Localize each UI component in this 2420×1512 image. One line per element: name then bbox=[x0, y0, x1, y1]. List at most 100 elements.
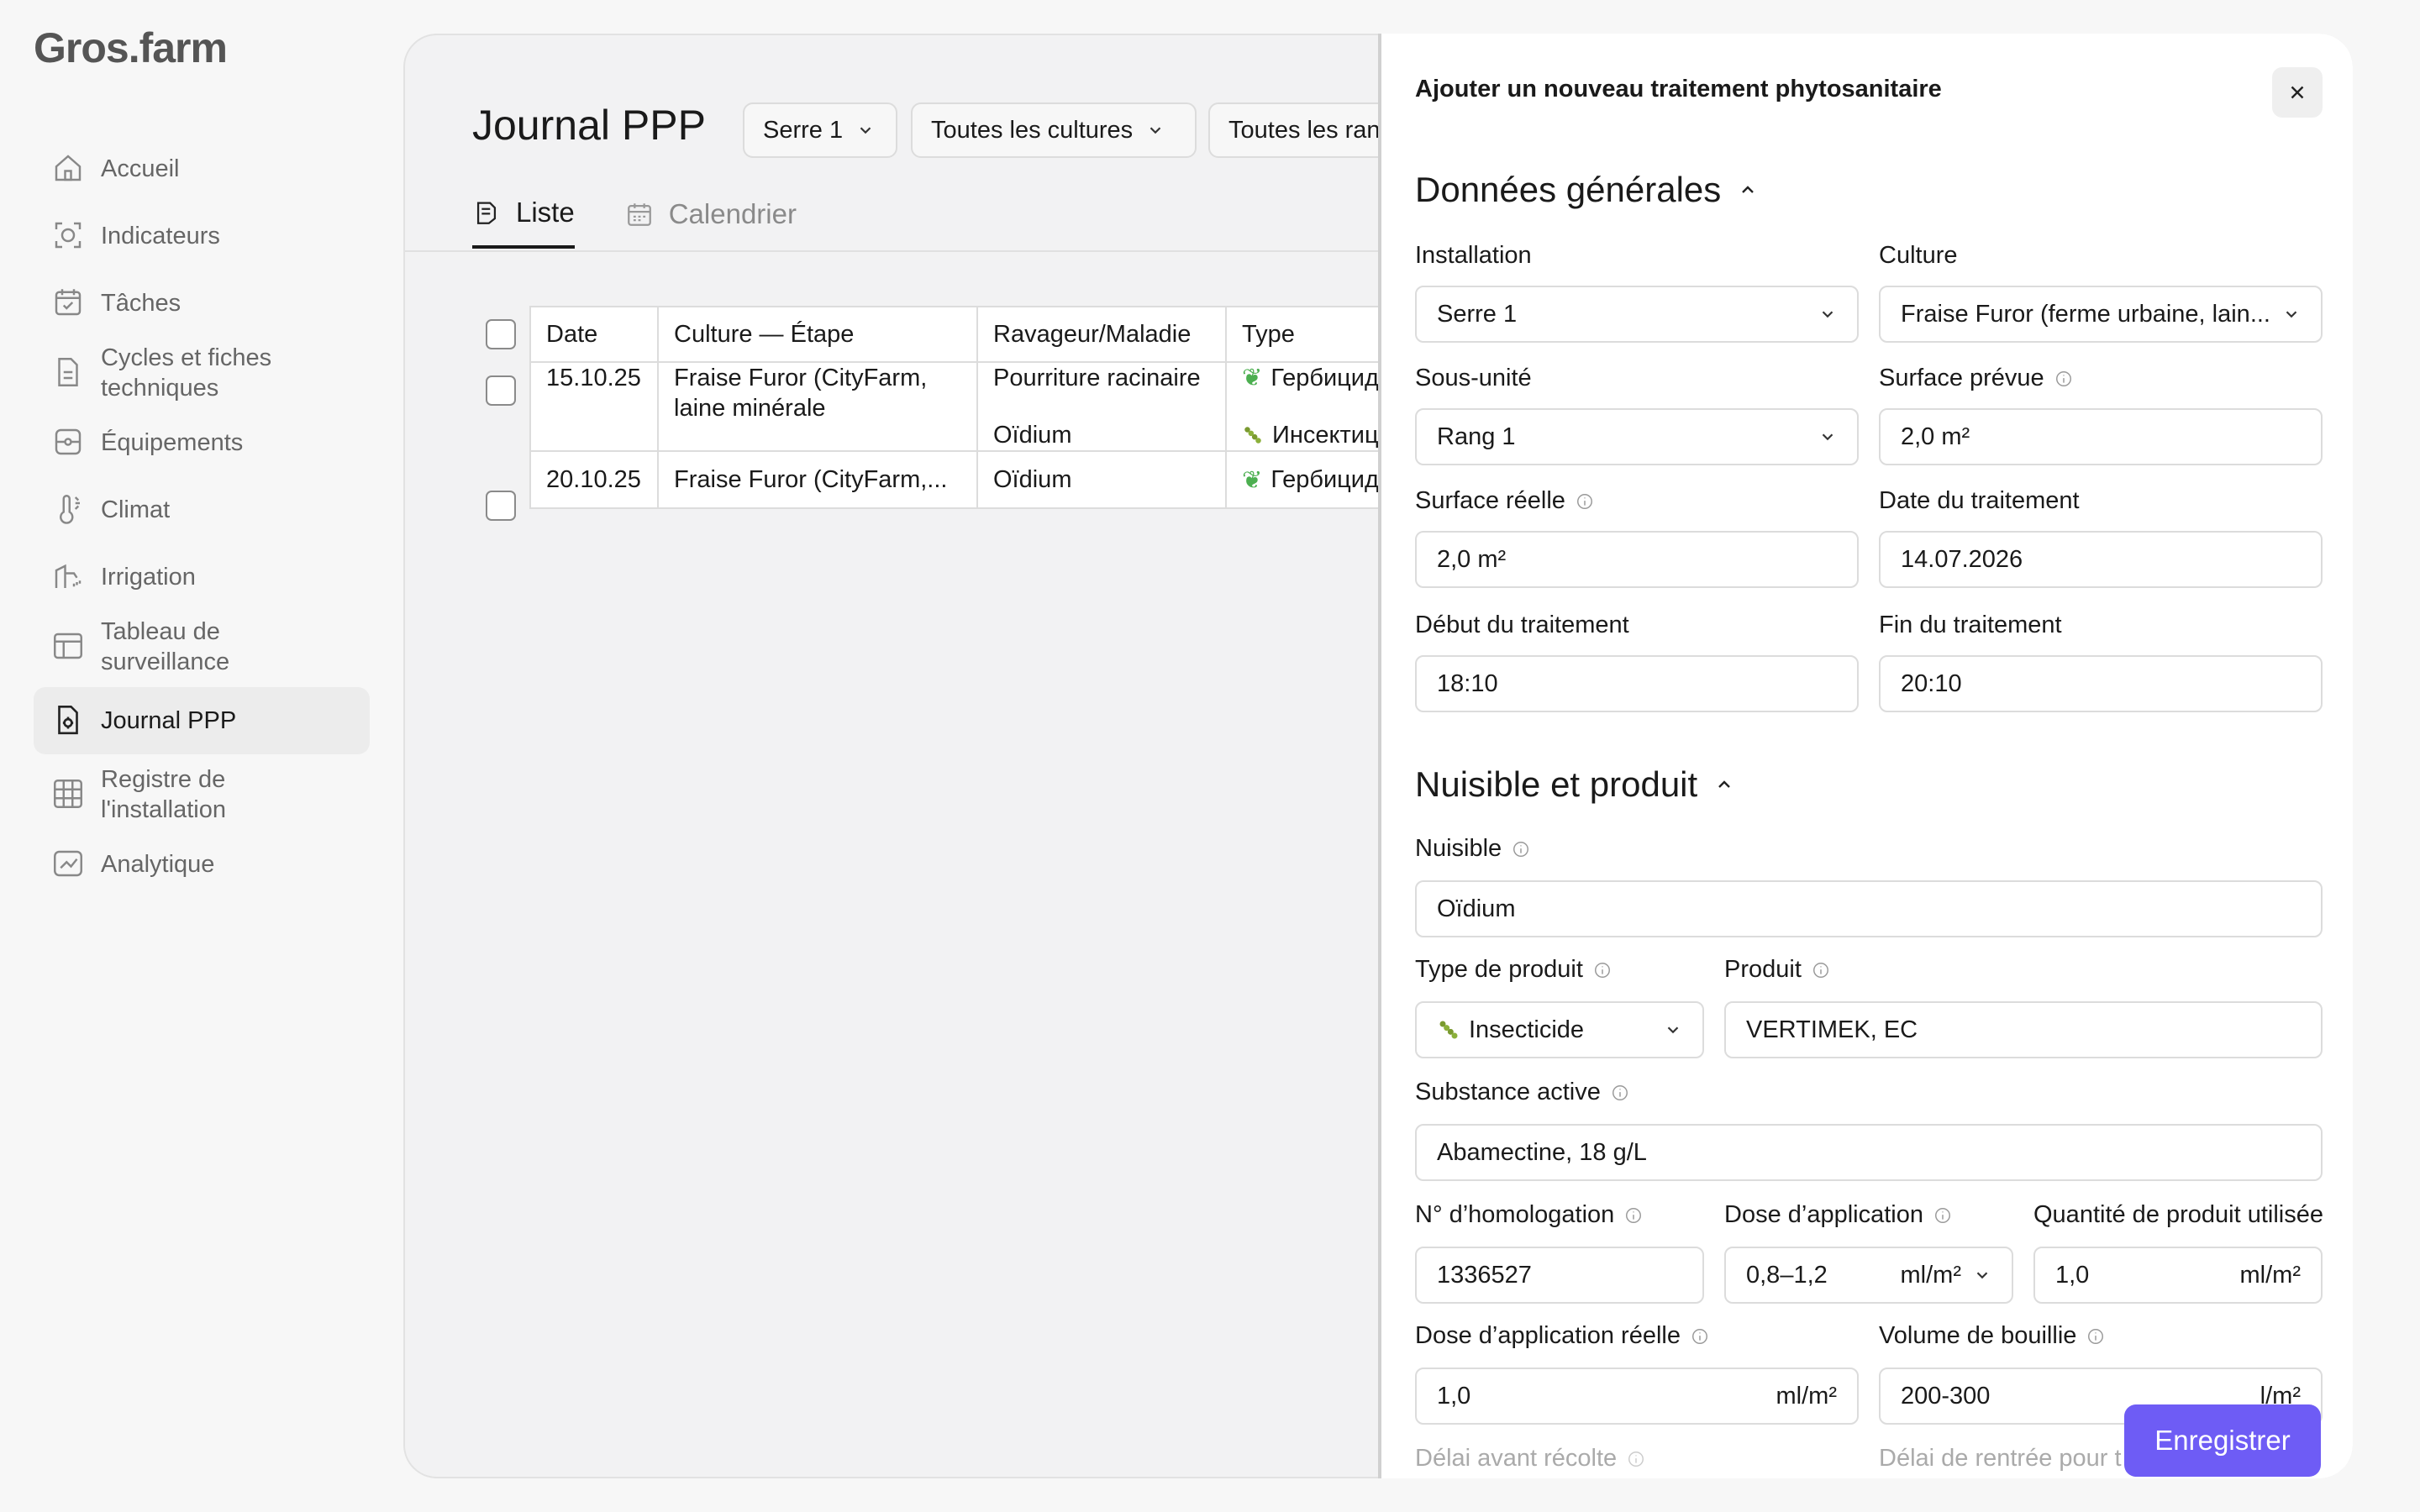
close-icon bbox=[2291, 86, 2304, 99]
brand-logo[interactable]: Gros.farm bbox=[34, 24, 228, 72]
nuisible-label: Nuisible bbox=[1415, 835, 1530, 863]
tab-liste[interactable]: Liste bbox=[472, 197, 575, 249]
filter-label: Toutes les cultures bbox=[931, 116, 1134, 144]
table-row[interactable]: 20.10.25 Fraise Furor (CityFarm,... Oïdi… bbox=[529, 450, 1409, 509]
sidebar-item-label: Registre de l'installation bbox=[101, 766, 227, 823]
info-icon[interactable] bbox=[2054, 370, 2073, 388]
info-icon[interactable] bbox=[1624, 1206, 1643, 1225]
type-produit-label: Type de produit bbox=[1415, 956, 1612, 984]
sidebar-item-indicateurs[interactable]: Indicateurs bbox=[34, 207, 370, 265]
field-value: Fraise Furor (ferme urbaine, lain... bbox=[1901, 300, 2270, 328]
document-icon bbox=[58, 358, 78, 386]
row-checkbox[interactable] bbox=[486, 375, 516, 406]
fin-field[interactable]: 20:10 bbox=[1879, 655, 2323, 712]
substance-field[interactable]: Abamectine, 18 g/L bbox=[1415, 1124, 2323, 1181]
debut-label: Début du traitement bbox=[1415, 612, 1629, 638]
nuisible-field[interactable]: Oïdium bbox=[1415, 880, 2323, 937]
sidebar-item-climat[interactable]: Climat bbox=[34, 480, 370, 539]
sidebar-item-analytique[interactable]: Analytique bbox=[34, 835, 370, 894]
info-icon[interactable] bbox=[1593, 961, 1612, 979]
substance-label: Substance active bbox=[1415, 1079, 1629, 1106]
chevron-down-icon bbox=[1822, 433, 1833, 441]
dose-reelle-label: Dose d’application réelle bbox=[1415, 1322, 1709, 1350]
section-title: Données générales bbox=[1415, 170, 1722, 209]
filter-cultures[interactable]: Toutes les cultures bbox=[911, 102, 1197, 158]
quantite-field[interactable]: 1,0 ml/m² bbox=[2033, 1247, 2323, 1304]
culture-line: laine minérale bbox=[674, 395, 826, 422]
cell-pest: Oïdium bbox=[976, 450, 1227, 509]
select-all-checkbox[interactable] bbox=[486, 319, 516, 349]
field-value: Serre 1 bbox=[1437, 300, 1518, 328]
field-value: 18:10 bbox=[1437, 669, 1498, 697]
save-button[interactable]: Enregistrer bbox=[2124, 1404, 2321, 1477]
info-icon[interactable] bbox=[1627, 1450, 1645, 1468]
row-checkbox[interactable] bbox=[486, 491, 516, 521]
sidebar-item-label: Climat bbox=[101, 496, 171, 523]
field-value: 2,0 m² bbox=[1901, 423, 1970, 450]
installation-select[interactable]: Serre 1 bbox=[1415, 286, 1859, 343]
sidebar-item-tableau[interactable]: Tableau de surveillance bbox=[34, 615, 370, 679]
close-button[interactable] bbox=[2272, 67, 2323, 118]
section-general-header[interactable]: Données générales bbox=[1415, 170, 1758, 210]
info-icon[interactable] bbox=[1512, 840, 1530, 858]
volume-label: Volume de bouillie bbox=[1879, 1322, 2105, 1350]
table-row[interactable]: 15.10.25 Fraise Furor (CityFarm, laine m… bbox=[529, 361, 1409, 452]
fin-label: Fin du traitement bbox=[1879, 612, 2062, 638]
cell-culture: Fraise Furor (CityFarm, laine minérale bbox=[657, 361, 978, 452]
tab-label: Calendrier bbox=[668, 198, 797, 229]
leaf-icon: ❦ bbox=[1242, 365, 1263, 391]
indicators-icon bbox=[55, 222, 82, 249]
sidebar-item-label: Cycles et fiches techniques bbox=[101, 344, 272, 402]
caterpillar-icon bbox=[1244, 427, 1261, 444]
list-icon bbox=[476, 202, 497, 224]
date-traitement-field[interactable]: 14.07.2026 bbox=[1879, 531, 2323, 588]
sidebar-item-equipements[interactable]: Équipements bbox=[34, 413, 370, 472]
chevron-down-icon bbox=[1822, 311, 1833, 318]
filter-label: Serre 1 bbox=[763, 116, 844, 144]
surface-reelle-field[interactable]: 2,0 m² bbox=[1415, 531, 1859, 588]
info-icon[interactable] bbox=[1611, 1084, 1629, 1102]
sidebar-item-journal-ppp[interactable]: Journal PPP bbox=[34, 687, 370, 754]
type-label: Гербицид bbox=[1270, 465, 1379, 493]
debut-field[interactable]: 18:10 bbox=[1415, 655, 1859, 712]
sidebar-item-accueil[interactable]: Accueil bbox=[34, 139, 370, 198]
homologation-field[interactable]: 1336527 bbox=[1415, 1247, 1704, 1304]
chevron-down-icon bbox=[1976, 1272, 1988, 1279]
dose-field[interactable]: 0,8–1,2 ml/m² bbox=[1724, 1247, 2013, 1304]
produit-field[interactable]: VERTIMEK, EC bbox=[1724, 1001, 2323, 1058]
caterpillar-icon bbox=[1439, 1021, 1458, 1039]
culture-select[interactable]: Fraise Furor (ferme urbaine, lain... bbox=[1879, 286, 2323, 343]
sidebar-item-cycles[interactable]: Cycles et fiches techniques bbox=[34, 341, 370, 405]
pest-name: Oïdium bbox=[993, 422, 1072, 449]
filter-installation[interactable]: Serre 1 bbox=[743, 102, 897, 158]
sidebar-item-taches[interactable]: Tâches bbox=[34, 274, 370, 333]
info-icon[interactable] bbox=[1933, 1206, 1952, 1225]
sidebar-item-registre[interactable]: Registre de l'installation bbox=[34, 763, 370, 827]
field-value: 1336527 bbox=[1437, 1261, 1532, 1289]
section-pest-header[interactable]: Nuisible et produit bbox=[1415, 764, 1734, 805]
info-icon[interactable] bbox=[2086, 1327, 2105, 1346]
section-title: Nuisible et produit bbox=[1415, 764, 1698, 804]
pest-name: Pourriture racinaire bbox=[993, 365, 1201, 391]
home-icon bbox=[55, 155, 82, 181]
sous-unite-label: Sous-unité bbox=[1415, 365, 1532, 391]
dose-reelle-field[interactable]: 1,0 ml/m² bbox=[1415, 1368, 1859, 1425]
surface-prevue-field[interactable]: 2,0 m² bbox=[1879, 408, 2323, 465]
delai-recolte-label: Délai avant récolte bbox=[1415, 1445, 1645, 1473]
info-icon[interactable] bbox=[1812, 961, 1830, 979]
sous-unite-select[interactable]: Rang 1 bbox=[1415, 408, 1859, 465]
grid-icon bbox=[54, 780, 82, 808]
info-icon[interactable] bbox=[1576, 492, 1594, 511]
unit-select[interactable]: ml/m² bbox=[1901, 1262, 1961, 1289]
type-produit-select[interactable]: Insecticide bbox=[1415, 1001, 1704, 1058]
tab-calendrier[interactable]: Calendrier bbox=[625, 197, 797, 249]
irrigation-icon bbox=[55, 564, 82, 588]
treatments-table: Date Culture — Étape Ravageur/Maladie Ty… bbox=[529, 306, 1409, 509]
sidebar-item-label: Analytique bbox=[101, 851, 215, 878]
sidebar-item-label: Indicateurs bbox=[101, 223, 220, 249]
column-header-culture[interactable]: Culture — Étape bbox=[657, 306, 978, 363]
info-icon[interactable] bbox=[1691, 1327, 1709, 1346]
column-header-date[interactable]: Date bbox=[529, 306, 659, 363]
sidebar-item-irrigation[interactable]: Irrigation bbox=[34, 548, 370, 606]
column-header-pest[interactable]: Ravageur/Maladie bbox=[976, 306, 1227, 363]
